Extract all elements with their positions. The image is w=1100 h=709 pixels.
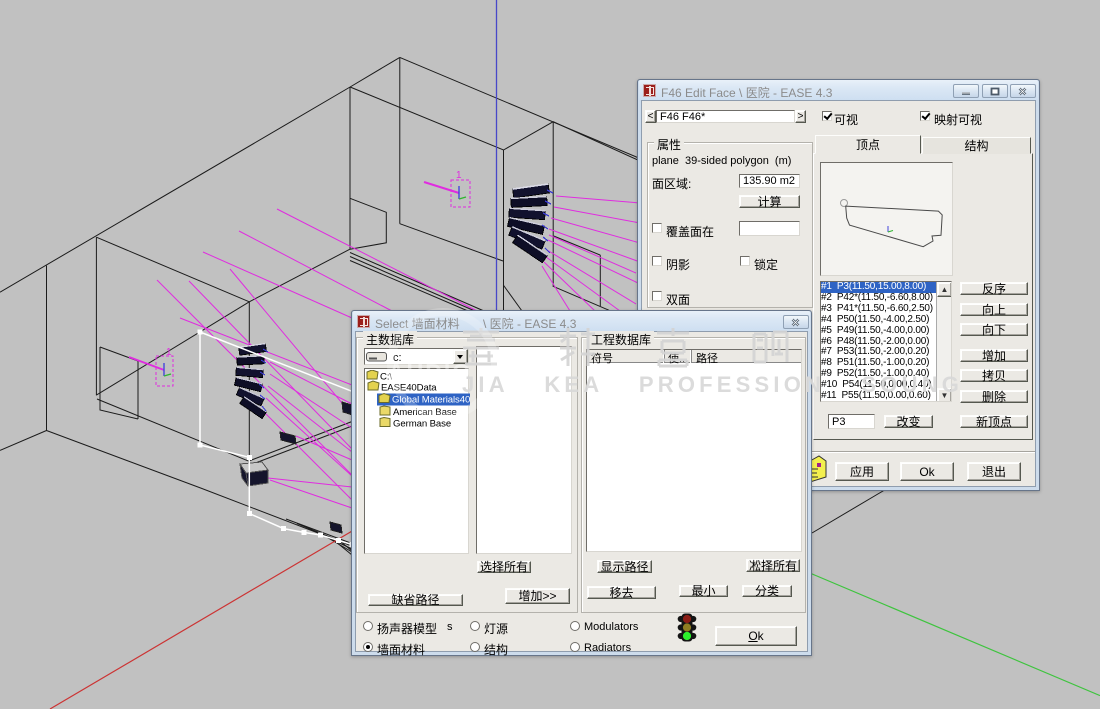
svg-text:1: 1 — [166, 347, 172, 358]
svg-text:German Base: German Base — [393, 419, 451, 430]
svg-text:1: 1 — [456, 170, 462, 181]
svg-text:Global Materials40: Global Materials40 — [392, 395, 470, 406]
svg-text:EASE40Data: EASE40Data — [381, 383, 437, 394]
svg-text:C:\: C:\ — [380, 372, 392, 383]
svg-text:American Base: American Base — [393, 407, 457, 418]
